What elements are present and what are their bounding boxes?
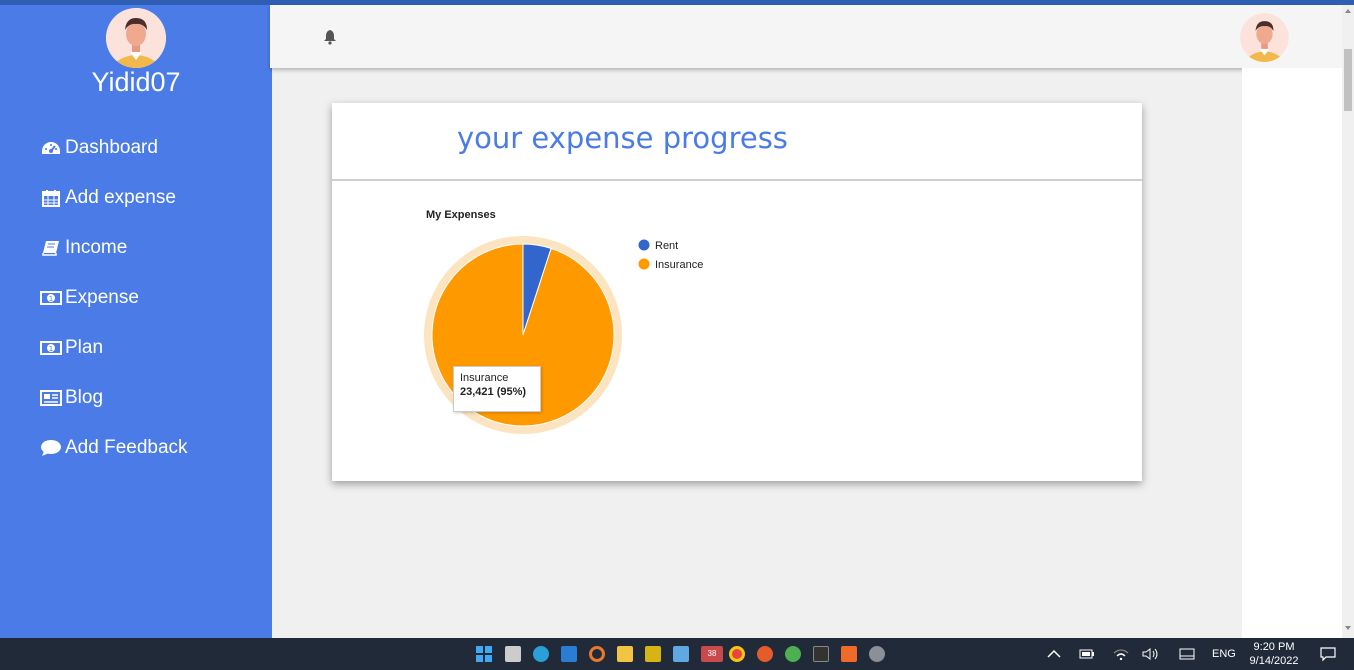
sidebar-item-blog[interactable]: Blog xyxy=(40,373,188,423)
sidebar-item-expense[interactable]: 1 Expense xyxy=(40,273,188,323)
edge-browser-icon[interactable] xyxy=(533,646,549,662)
sidebar-item-label: Blog xyxy=(65,387,104,408)
search-icon[interactable] xyxy=(589,646,605,662)
chevron-up-icon[interactable] xyxy=(1047,638,1061,670)
legend-label-insurance[interactable]: Insurance xyxy=(655,259,703,271)
keyboard-icon[interactable] xyxy=(1179,638,1195,670)
sidebar-item-income[interactable]: Income xyxy=(40,223,188,273)
sidebar-item-add-feedback[interactable]: Add Feedback xyxy=(40,423,188,473)
file-explorer-icon[interactable] xyxy=(617,646,633,662)
notification-icon[interactable] xyxy=(1320,638,1336,670)
clock-time: 9:20 PM xyxy=(1253,641,1295,653)
terminal-icon[interactable] xyxy=(813,646,829,662)
dashboard-icon xyxy=(40,138,62,158)
windows-taskbar: 38 ENG 9:20 PM 9/14/2022 xyxy=(0,638,1354,670)
calendar-icon xyxy=(40,188,62,208)
sidebar-item-add-expense[interactable]: Add expense xyxy=(40,173,188,223)
sidebar-item-label: Income xyxy=(65,237,128,258)
right-panel xyxy=(1242,68,1342,638)
sidebar-item-label: Dashboard xyxy=(65,137,158,158)
card-title: your expense progress xyxy=(457,121,788,155)
xampp-icon[interactable] xyxy=(841,646,857,662)
sidebar-item-plan[interactable]: 1 Plan xyxy=(40,323,188,373)
sidebar-item-label: Expense xyxy=(65,287,139,308)
svg-text:1: 1 xyxy=(49,295,53,303)
scroll-thumb[interactable] xyxy=(1344,49,1352,111)
taskbar-clock[interactable]: 9:20 PM 9/14/2022 xyxy=(1246,640,1302,668)
chart-title: My Expenses xyxy=(426,209,496,221)
bell-icon[interactable] xyxy=(322,29,338,45)
wifi-icon[interactable] xyxy=(1113,638,1129,670)
svg-text:1: 1 xyxy=(49,345,53,353)
language-indicator[interactable]: ENG xyxy=(1212,638,1236,670)
mail-badge-icon[interactable]: 38 xyxy=(701,646,723,662)
sidebar-item-dashboard[interactable]: Dashboard xyxy=(40,123,188,173)
username: Yidid07 xyxy=(91,67,181,97)
windows-start-icon[interactable] xyxy=(476,646,492,662)
newspaper-icon xyxy=(40,388,62,408)
sidebar-item-label: Add Feedback xyxy=(65,437,188,458)
user-avatar-icon[interactable] xyxy=(1240,13,1289,62)
volume-icon[interactable] xyxy=(1142,638,1160,670)
money-icon: 1 xyxy=(40,338,62,358)
legend-label-rent[interactable]: Rent xyxy=(655,240,678,252)
tooltip-value: 23,421 (95%) xyxy=(460,386,527,398)
clock-date: 9/14/2022 xyxy=(1249,655,1299,667)
sidebar-nav: Dashboard Add expense Income 1 Expense 1… xyxy=(40,123,188,473)
scroll-down-icon[interactable] xyxy=(1345,626,1351,630)
chart-tooltip: Insurance 23,421 (95%) xyxy=(453,366,541,412)
pie-chart: My Expenses Rent Insurance xyxy=(424,209,703,434)
sidebar: Yidid07 Dashboard Add expense Income 1 E… xyxy=(0,5,272,638)
settings-gear-icon[interactable] xyxy=(869,646,885,662)
scroll-up-icon[interactable] xyxy=(1345,9,1351,13)
legend-marker-rent[interactable] xyxy=(638,239,650,251)
book-icon xyxy=(40,238,62,258)
vscode-icon[interactable] xyxy=(561,646,577,662)
notepad-icon[interactable] xyxy=(673,646,689,662)
expense-chart: My Expenses Rent Insurance Insurance 23,4… xyxy=(332,181,1142,481)
task-view-icon[interactable] xyxy=(505,646,521,662)
chrome-icon[interactable] xyxy=(729,646,745,662)
tooltip-label: Insurance xyxy=(460,372,509,384)
legend-marker-insurance[interactable] xyxy=(638,258,650,270)
sidebar-item-label: Plan xyxy=(65,337,104,358)
app-icon[interactable] xyxy=(785,646,801,662)
expense-progress-card: your expense progress My Expenses Rent In… xyxy=(332,103,1142,481)
firefox-icon[interactable] xyxy=(757,646,773,662)
page-scrollbar[interactable] xyxy=(1342,5,1354,638)
user-avatar-icon[interactable] xyxy=(106,8,166,68)
money-icon: 1 xyxy=(40,288,62,308)
battery-icon[interactable] xyxy=(1079,638,1095,670)
app-icon[interactable] xyxy=(645,646,661,662)
comment-icon xyxy=(40,438,62,458)
sidebar-item-label: Add expense xyxy=(65,187,176,208)
top-header xyxy=(270,5,1342,68)
